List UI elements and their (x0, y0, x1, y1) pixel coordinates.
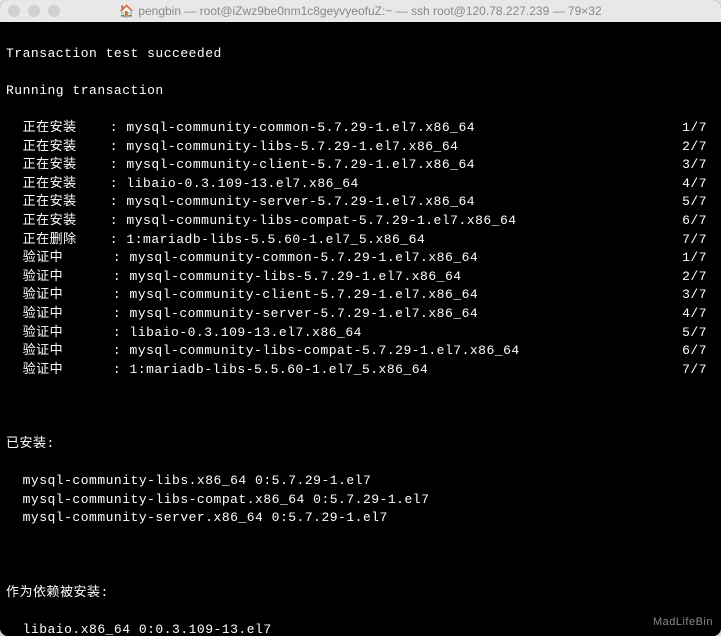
transaction-label: 正在安装 : mysql-community-libs-compat-5.7.2… (6, 212, 517, 231)
transaction-count: 5/7 (682, 193, 715, 212)
watermark: MadLifeBin (653, 613, 713, 632)
transaction-row: 验证中 : mysql-community-server-5.7.29-1.el… (6, 305, 715, 324)
transaction-count: 3/7 (682, 156, 715, 175)
transaction-label: 正在安装 : mysql-community-client-5.7.29-1.e… (6, 156, 475, 175)
list-item: mysql-community-server.x86_64 0:5.7.29-1… (6, 509, 715, 528)
transaction-label: 验证中 : libaio-0.3.109-13.el7.x86_64 (6, 324, 362, 343)
transaction-count: 3/7 (682, 286, 715, 305)
terminal-window: 🏠 pengbin — root@iZwz9be0nm1c8geyvyeofuZ… (0, 0, 721, 636)
transaction-count: 7/7 (682, 231, 715, 250)
close-button[interactable] (8, 5, 20, 17)
title-label: pengbin — root@iZwz9be0nm1c8geyvyeofuZ:~… (138, 4, 601, 18)
transaction-label: 正在删除 : 1:mariadb-libs-5.5.60-1.el7_5.x86… (6, 231, 425, 250)
transaction-label: 正在安装 : mysql-community-common-5.7.29-1.e… (6, 119, 475, 138)
transaction-count: 2/7 (682, 268, 715, 287)
output-line: Running transaction (6, 82, 715, 101)
transaction-count: 6/7 (682, 342, 715, 361)
transaction-row: 验证中 : mysql-community-client-5.7.29-1.el… (6, 286, 715, 305)
transaction-count: 2/7 (682, 138, 715, 157)
window-title: 🏠 pengbin — root@iZwz9be0nm1c8geyvyeofuZ… (8, 4, 713, 18)
maximize-button[interactable] (48, 5, 60, 17)
transaction-count: 1/7 (682, 119, 715, 138)
blank-line (6, 547, 715, 566)
transaction-row: 验证中 : libaio-0.3.109-13.el7.x86_64 5/7 (6, 324, 715, 343)
transaction-count: 6/7 (682, 212, 715, 231)
transaction-label: 验证中 : mysql-community-libs-5.7.29-1.el7.… (6, 268, 462, 287)
transaction-label: 验证中 : mysql-community-client-5.7.29-1.el… (6, 286, 478, 305)
transaction-row: 正在安装 : mysql-community-common-5.7.29-1.e… (6, 119, 715, 138)
transaction-row: 验证中 : mysql-community-common-5.7.29-1.el… (6, 249, 715, 268)
transaction-label: 正在安装 : libaio-0.3.109-13.el7.x86_64 (6, 175, 359, 194)
transaction-label: 验证中 : mysql-community-server-5.7.29-1.el… (6, 305, 478, 324)
transaction-row: 验证中 : mysql-community-libs-compat-5.7.29… (6, 342, 715, 361)
list-item: mysql-community-libs-compat.x86_64 0:5.7… (6, 491, 715, 510)
list-item: mysql-community-libs.x86_64 0:5.7.29-1.e… (6, 472, 715, 491)
list-item: libaio.x86_64 0:0.3.109-13.el7 (6, 621, 715, 636)
transaction-label: 正在安装 : mysql-community-server-5.7.29-1.e… (6, 193, 475, 212)
output-line: Transaction test succeeded (6, 45, 715, 64)
transaction-row: 正在安装 : mysql-community-client-5.7.29-1.e… (6, 156, 715, 175)
transaction-row: 验证中 : mysql-community-libs-5.7.29-1.el7.… (6, 268, 715, 287)
transaction-count: 4/7 (682, 305, 715, 324)
section-header: 已安装: (6, 435, 715, 454)
transaction-row: 正在安装 : libaio-0.3.109-13.el7.x86_64 4/7 (6, 175, 715, 194)
transaction-label: 正在安装 : mysql-community-libs-5.7.29-1.el7… (6, 138, 458, 157)
transaction-row: 正在安装 : mysql-community-server-5.7.29-1.e… (6, 193, 715, 212)
transaction-row: 正在安装 : mysql-community-libs-compat-5.7.2… (6, 212, 715, 231)
titlebar: 🏠 pengbin — root@iZwz9be0nm1c8geyvyeofuZ… (0, 0, 721, 22)
transaction-count: 1/7 (682, 249, 715, 268)
window-controls (8, 5, 60, 17)
home-icon: 🏠 (119, 4, 134, 18)
transaction-label: 验证中 : mysql-community-common-5.7.29-1.el… (6, 249, 478, 268)
transaction-row: 验证中 : 1:mariadb-libs-5.5.60-1.el7_5.x86_… (6, 361, 715, 380)
section-header: 作为依赖被安装: (6, 584, 715, 603)
transaction-count: 7/7 (682, 361, 715, 380)
minimize-button[interactable] (28, 5, 40, 17)
transaction-row: 正在安装 : mysql-community-libs-5.7.29-1.el7… (6, 138, 715, 157)
transaction-label: 验证中 : mysql-community-libs-compat-5.7.29… (6, 342, 520, 361)
blank-line (6, 398, 715, 417)
transaction-row: 正在删除 : 1:mariadb-libs-5.5.60-1.el7_5.x86… (6, 231, 715, 250)
transaction-label: 验证中 : 1:mariadb-libs-5.5.60-1.el7_5.x86_… (6, 361, 428, 380)
transaction-count: 5/7 (682, 324, 715, 343)
transaction-count: 4/7 (682, 175, 715, 194)
terminal-output[interactable]: Transaction test succeeded Running trans… (0, 22, 721, 636)
